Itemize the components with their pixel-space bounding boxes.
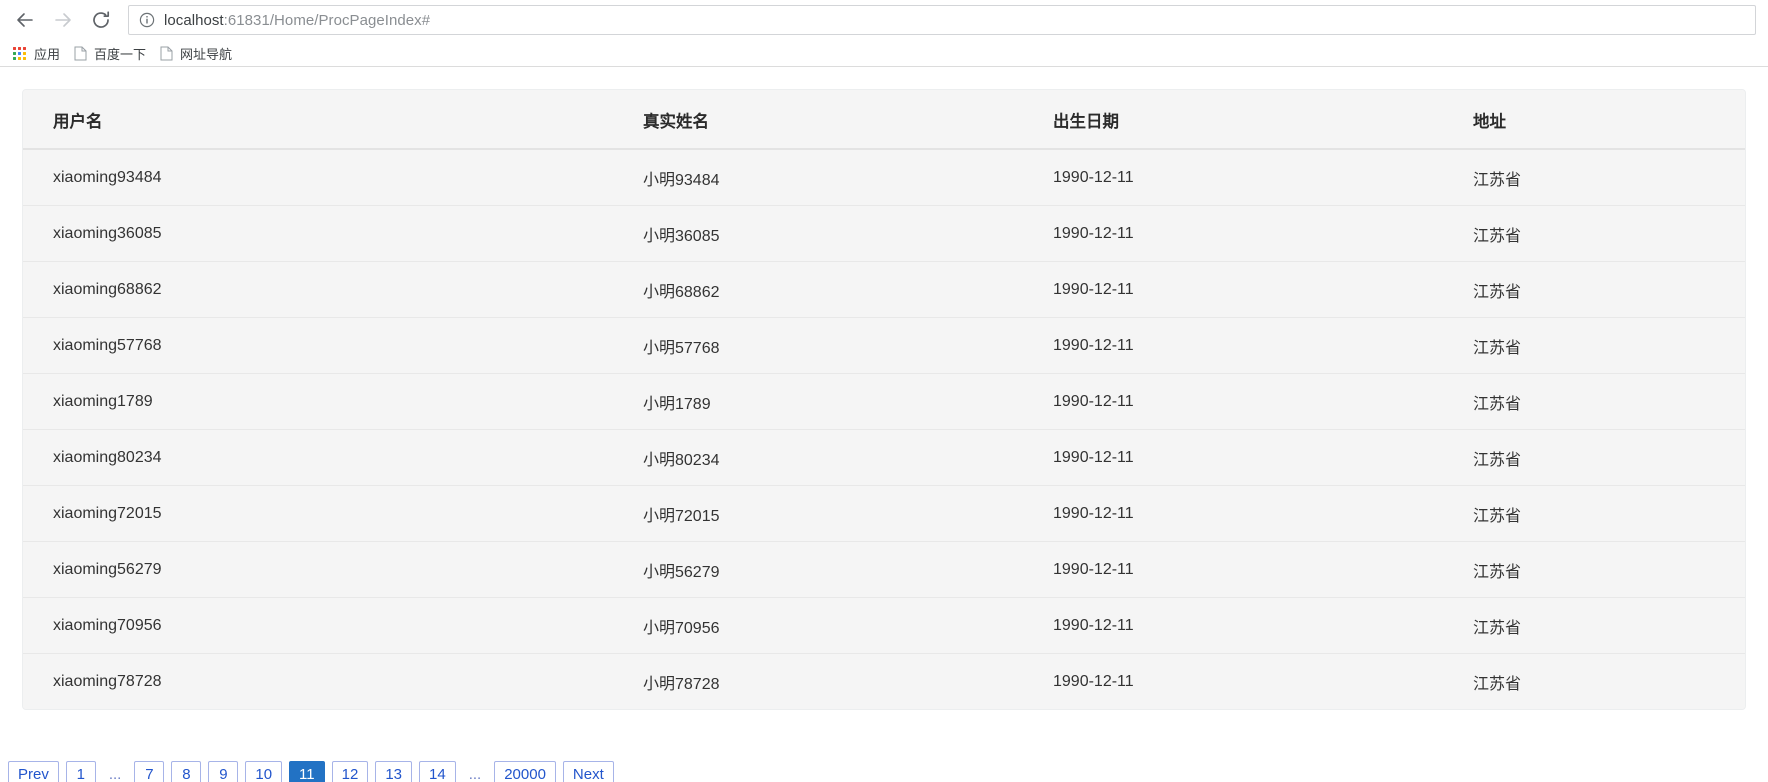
cell-username: xiaoming78728 xyxy=(23,653,643,709)
cell-birthdate: 1990-12-11 xyxy=(1053,653,1473,709)
cell-birthdate: 1990-12-11 xyxy=(1053,541,1473,598)
cell-address: 江苏省 xyxy=(1473,317,1745,374)
pagination-page-button-12[interactable]: 12 xyxy=(331,761,369,782)
column-header-address: 地址 xyxy=(1473,90,1745,150)
cell-address: 江苏省 xyxy=(1473,597,1745,654)
cell-realname: 小明56279 xyxy=(643,541,1053,598)
forward-arrow-icon xyxy=(55,13,71,27)
cell-birthdate: 1990-12-11 xyxy=(1053,261,1473,318)
table-row: xiaoming36085 小明36085 1990-12-11 江苏省 xyxy=(23,205,1745,262)
cell-realname: 小明93484 xyxy=(643,149,1053,206)
bookmarks-bar: 应用 百度一下 网址导航 xyxy=(0,40,1768,67)
back-arrow-icon xyxy=(17,13,33,27)
cell-realname: 小明78728 xyxy=(643,653,1053,709)
cell-birthdate: 1990-12-11 xyxy=(1053,149,1473,206)
cell-address: 江苏省 xyxy=(1473,261,1745,318)
pagination-page-button-8[interactable]: 8 xyxy=(171,761,202,782)
document-icon xyxy=(160,46,173,61)
column-header-birthdate: 出生日期 xyxy=(1053,90,1473,150)
page-content: 用户名 真实姓名 出生日期 地址 xiaoming93484 小明93484 199… xyxy=(0,89,1768,782)
users-table-card: 用户名 真实姓名 出生日期 地址 xiaoming93484 小明93484 199… xyxy=(22,89,1746,710)
table-row: xiaoming93484 小明93484 1990-12-11 江苏省 xyxy=(23,149,1745,206)
cell-realname: 小明1789 xyxy=(643,373,1053,430)
pagination-page-button-20000[interactable]: 20000 xyxy=(494,761,556,782)
cell-realname: 小明36085 xyxy=(643,205,1053,262)
cell-realname: 小明68862 xyxy=(643,261,1053,318)
cell-username: xiaoming1789 xyxy=(23,373,643,430)
reload-icon xyxy=(93,11,110,28)
pagination-page-button-1[interactable]: 1 xyxy=(65,761,96,782)
cell-username: xiaoming93484 xyxy=(23,149,643,206)
bookmark-label: 应用 xyxy=(34,46,61,62)
cell-username: xiaoming56279 xyxy=(23,541,643,598)
apps-grid-icon xyxy=(12,46,27,61)
cell-address: 江苏省 xyxy=(1473,205,1745,262)
table-body: xiaoming93484 小明93484 1990-12-11 江苏省 xiaomin… xyxy=(23,149,1745,709)
users-table: 用户名 真实姓名 出生日期 地址 xiaoming93484 小明93484 199… xyxy=(23,90,1745,709)
cell-username: xiaoming72015 xyxy=(23,485,643,542)
pagination-page-button-13[interactable]: 13 xyxy=(375,761,412,782)
table-row: xiaoming70956 小明70956 1990-12-11 江苏省 xyxy=(23,597,1745,654)
cell-birthdate: 1990-12-11 xyxy=(1053,205,1473,262)
pagination-page-button-14[interactable]: 14 xyxy=(419,761,456,782)
cell-realname: 小明72015 xyxy=(643,485,1053,542)
table-row: xiaoming72015 小明72015 1990-12-11 江苏省 xyxy=(23,485,1745,542)
cell-username: xiaoming68862 xyxy=(23,261,643,318)
column-header-realname: 真实姓名 xyxy=(643,90,1053,150)
cell-birthdate: 1990-12-11 xyxy=(1053,373,1473,430)
pagination: Prev 1... 7 8 9 10 11 12 13 14... 20000 Next xyxy=(8,761,621,782)
table-row: xiaoming56279 小明56279 1990-12-11 江苏省 xyxy=(23,541,1745,598)
cell-birthdate: 1990-12-11 xyxy=(1053,317,1473,374)
cell-username: xiaoming80234 xyxy=(23,429,643,486)
table-row: xiaoming80234 小明80234 1990-12-11 江苏省 xyxy=(23,429,1745,486)
column-header-username: 用户名 xyxy=(23,90,643,150)
cell-realname: 小明70956 xyxy=(643,597,1053,654)
table-header-row: 用户名 真实姓名 出生日期 地址 xyxy=(23,90,1745,150)
cell-address: 江苏省 xyxy=(1473,541,1745,598)
cell-address: 江苏省 xyxy=(1473,373,1745,430)
document-icon xyxy=(74,46,87,61)
bookmark-apps[interactable]: 应用 xyxy=(10,42,68,64)
pagination-page-button-9[interactable]: 9 xyxy=(208,761,239,782)
pagination-prev-button[interactable]: Prev xyxy=(8,761,59,782)
address-bar[interactable]: localhost:61831/Home/ProcPageIndex# xyxy=(128,5,1756,35)
cell-username: xiaoming70956 xyxy=(23,597,643,654)
browser-nav-bar: localhost:61831/Home/ProcPageIndex# xyxy=(0,0,1768,40)
bookmark-nav[interactable]: 网址导航 xyxy=(158,42,240,64)
pagination-ellipsis: ... xyxy=(468,766,482,782)
cell-username: xiaoming57768 xyxy=(23,317,643,374)
bookmark-label: 百度一下 xyxy=(94,46,147,62)
info-circle-icon[interactable] xyxy=(139,12,155,28)
table-row: xiaoming68862 小明68862 1990-12-11 江苏省 xyxy=(23,261,1745,318)
pagination-page-button-7[interactable]: 7 xyxy=(134,761,165,782)
bookmark-label: 网址导航 xyxy=(180,46,233,62)
pagination-next-button[interactable]: Next xyxy=(562,761,614,782)
browser-chrome: localhost:61831/Home/ProcPageIndex# 应用 百… xyxy=(0,0,1768,67)
cell-realname: 小明57768 xyxy=(643,317,1053,374)
pagination-ellipsis: ... xyxy=(108,766,122,782)
pagination-page-button-10[interactable]: 10 xyxy=(245,761,283,782)
table-header: 用户名 真实姓名 出生日期 地址 xyxy=(23,90,1745,150)
url-text: localhost:61831/Home/ProcPageIndex# xyxy=(164,12,430,29)
cell-address: 江苏省 xyxy=(1473,485,1745,542)
pagination-page-button-11[interactable]: 11 xyxy=(289,761,325,782)
table-row: xiaoming78728 小明78728 1990-12-11 江苏省 xyxy=(23,653,1745,709)
table-row: xiaoming1789 小明1789 1990-12-11 江苏省 xyxy=(23,373,1745,430)
back-button[interactable] xyxy=(6,1,44,39)
url-path: :61831/Home/ProcPageIndex# xyxy=(223,11,431,29)
cell-realname: 小明80234 xyxy=(643,429,1053,486)
table-row: xiaoming57768 小明57768 1990-12-11 江苏省 xyxy=(23,317,1745,374)
cell-username: xiaoming36085 xyxy=(23,205,643,262)
forward-button[interactable] xyxy=(44,1,82,39)
cell-address: 江苏省 xyxy=(1473,429,1745,486)
cell-birthdate: 1990-12-11 xyxy=(1053,597,1473,654)
bookmark-baidu[interactable]: 百度一下 xyxy=(72,42,154,64)
cell-address: 江苏省 xyxy=(1473,149,1745,206)
cell-birthdate: 1990-12-11 xyxy=(1053,485,1473,542)
cell-address: 江苏省 xyxy=(1473,653,1745,709)
cell-birthdate: 1990-12-11 xyxy=(1053,429,1473,486)
reload-button[interactable] xyxy=(82,1,120,39)
url-host: localhost xyxy=(164,11,224,29)
